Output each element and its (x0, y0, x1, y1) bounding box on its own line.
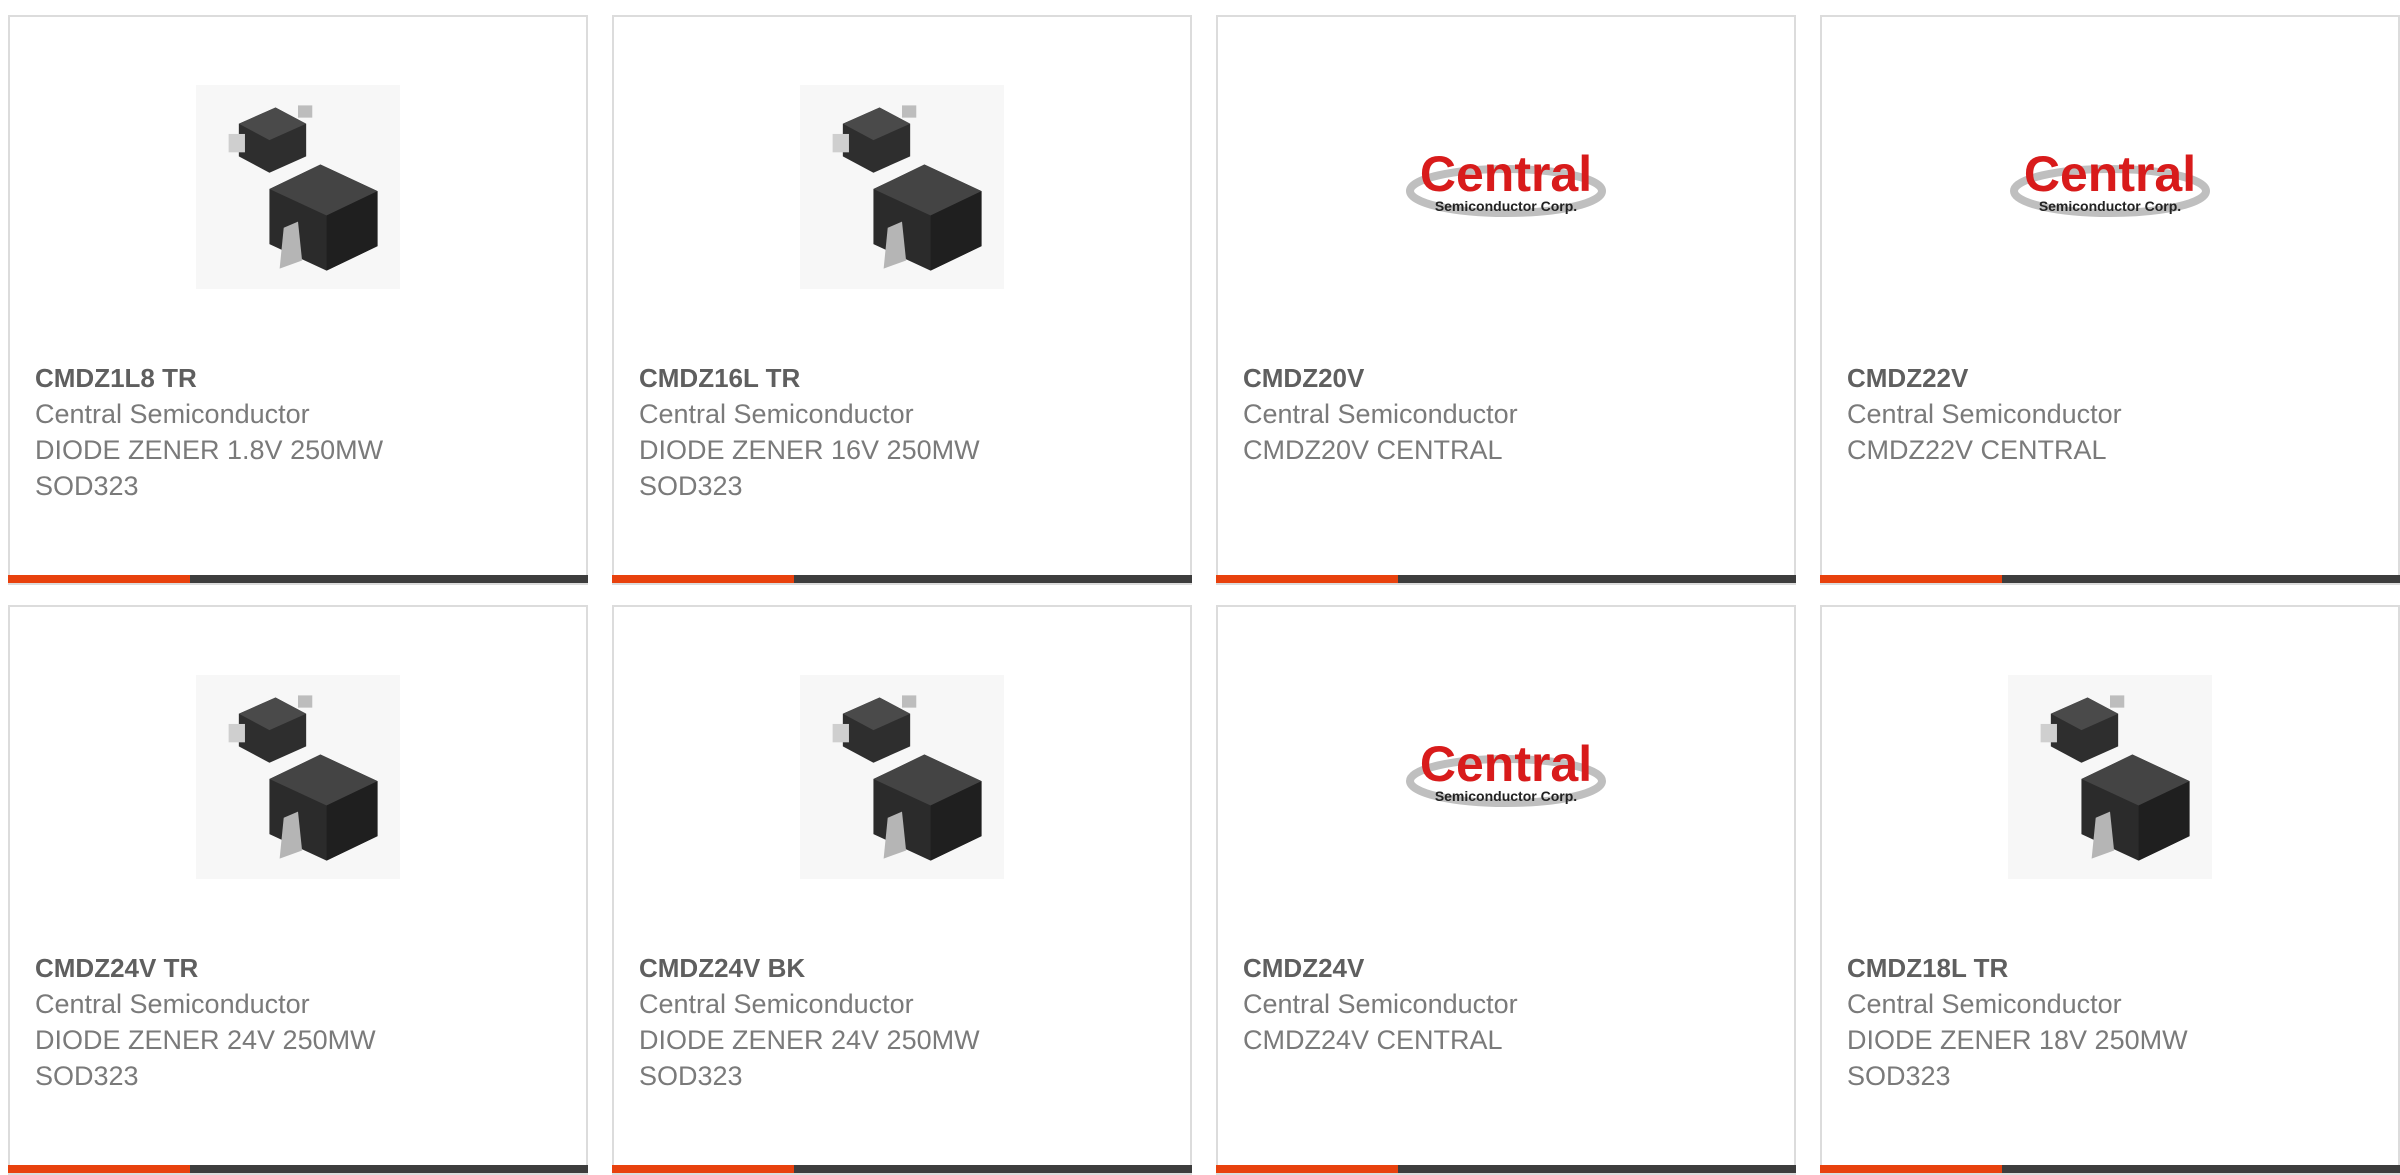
product-image (800, 85, 1004, 289)
card-accent-bar (1216, 575, 1398, 583)
card-bottom-bar (1820, 1165, 2400, 1173)
product-info: CMDZ1L8 TR Central Semiconductor DIODE ZEN… (35, 360, 566, 504)
description: CMDZ24V CENTRAL (1243, 1025, 1503, 1055)
part-number[interactable]: CMDZ20V (1243, 360, 1774, 396)
central-logo: Central Semiconductor Corp. (1404, 675, 1608, 879)
logo-subtext: Semiconductor Corp. (1435, 198, 1577, 214)
product-image (2008, 675, 2212, 879)
manufacturer: Central Semiconductor (639, 399, 914, 429)
manufacturer: Central Semiconductor (1243, 399, 1518, 429)
card-accent-bar (612, 1165, 794, 1173)
logo-subtext: Semiconductor Corp. (2039, 198, 2181, 214)
part-number[interactable]: CMDZ24V (1243, 950, 1774, 986)
card-bottom-bar (1820, 575, 2400, 583)
description: DIODE ZENER 16V 250MW SOD323 (639, 435, 980, 501)
sod323-package-icon (800, 85, 1004, 289)
part-number[interactable]: CMDZ1L8 TR (35, 360, 566, 396)
product-info: CMDZ18L TR Central Semiconductor DIODE ZEN… (1847, 950, 2378, 1094)
product-card[interactable]: CMDZ24V BK Central Semiconductor DIODE ZEN… (612, 605, 1192, 1175)
product-image (196, 675, 400, 879)
product-info: CMDZ24V BK Central Semiconductor DIODE ZEN… (639, 950, 1170, 1094)
logo-text: Central (2024, 147, 2196, 202)
manufacturer: Central Semiconductor (1243, 989, 1518, 1019)
part-number[interactable]: CMDZ24V TR (35, 950, 566, 986)
logo-text: Central (1420, 737, 1592, 792)
logo-text: Central (1420, 147, 1592, 202)
product-card[interactable]: Central Semiconductor Corp. CMDZ24V Central… (1216, 605, 1796, 1175)
card-bottom-bar (612, 575, 1192, 583)
card-bottom-bar (612, 1165, 1192, 1173)
description: DIODE ZENER 24V 250MW SOD323 (639, 1025, 980, 1091)
central-logo-icon: CentralSemiconductor Corp. (2010, 147, 2210, 217)
card-accent-bar (1820, 575, 2002, 583)
part-number[interactable]: CMDZ24V BK (639, 950, 1170, 986)
card-accent-bar (8, 575, 190, 583)
central-logo-icon: CentralSemiconductor Corp. (1406, 147, 1606, 217)
product-card[interactable]: Central Semiconductor Corp. CMDZ22V Central… (1820, 15, 2400, 585)
product-card[interactable]: CMDZ18L TR Central Semiconductor DIODE ZEN… (1820, 605, 2400, 1175)
card-bottom-bar (8, 575, 588, 583)
description: CMDZ20V CENTRAL (1243, 435, 1503, 465)
part-number[interactable]: CMDZ16L TR (639, 360, 1170, 396)
card-accent-bar (612, 575, 794, 583)
product-image (196, 85, 400, 289)
product-card[interactable]: CMDZ1L8 TR Central Semiconductor DIODE ZEN… (8, 15, 588, 585)
card-accent-bar (1820, 1165, 2002, 1173)
manufacturer: Central Semiconductor (1847, 399, 2122, 429)
central-logo-icon: CentralSemiconductor Corp. (1406, 737, 1606, 807)
product-grid: CMDZ1L8 TR Central Semiconductor DIODE ZEN… (8, 15, 2400, 1175)
central-logo: Central Semiconductor Corp. (1404, 85, 1608, 289)
product-info: CMDZ20V Central Semiconductor CMDZ20V CENT… (1243, 360, 1774, 468)
logo-subtext: Semiconductor Corp. (1435, 788, 1577, 804)
card-bottom-bar (8, 1165, 588, 1173)
product-card[interactable]: CMDZ16L TR Central Semiconductor DIODE ZEN… (612, 15, 1192, 585)
product-info: CMDZ22V Central Semiconductor CMDZ22V CENT… (1847, 360, 2378, 468)
sod323-package-icon (800, 675, 1004, 879)
card-accent-bar (8, 1165, 190, 1173)
product-info: CMDZ24V Central Semiconductor CMDZ24V CENT… (1243, 950, 1774, 1058)
description: DIODE ZENER 18V 250MW SOD323 (1847, 1025, 2188, 1091)
product-card[interactable]: Central Semiconductor Corp. CMDZ20V Central… (1216, 15, 1796, 585)
card-accent-bar (1216, 1165, 1398, 1173)
manufacturer: Central Semiconductor (35, 989, 310, 1019)
manufacturer: Central Semiconductor (1847, 989, 2122, 1019)
manufacturer: Central Semiconductor (639, 989, 914, 1019)
sod323-package-icon (2008, 675, 2212, 879)
central-logo: Central Semiconductor Corp. (2008, 85, 2212, 289)
sod323-package-icon (196, 85, 400, 289)
manufacturer: Central Semiconductor (35, 399, 310, 429)
sod323-package-icon (196, 675, 400, 879)
product-image (800, 675, 1004, 879)
part-number[interactable]: CMDZ22V (1847, 360, 2378, 396)
description: DIODE ZENER 24V 250MW SOD323 (35, 1025, 376, 1091)
card-bottom-bar (1216, 1165, 1796, 1173)
part-number[interactable]: CMDZ18L TR (1847, 950, 2378, 986)
product-info: CMDZ16L TR Central Semiconductor DIODE ZEN… (639, 360, 1170, 504)
description: CMDZ22V CENTRAL (1847, 435, 2107, 465)
card-bottom-bar (1216, 575, 1796, 583)
product-card[interactable]: CMDZ24V TR Central Semiconductor DIODE ZEN… (8, 605, 588, 1175)
description: DIODE ZENER 1.8V 250MW SOD323 (35, 435, 384, 501)
product-info: CMDZ24V TR Central Semiconductor DIODE ZEN… (35, 950, 566, 1094)
